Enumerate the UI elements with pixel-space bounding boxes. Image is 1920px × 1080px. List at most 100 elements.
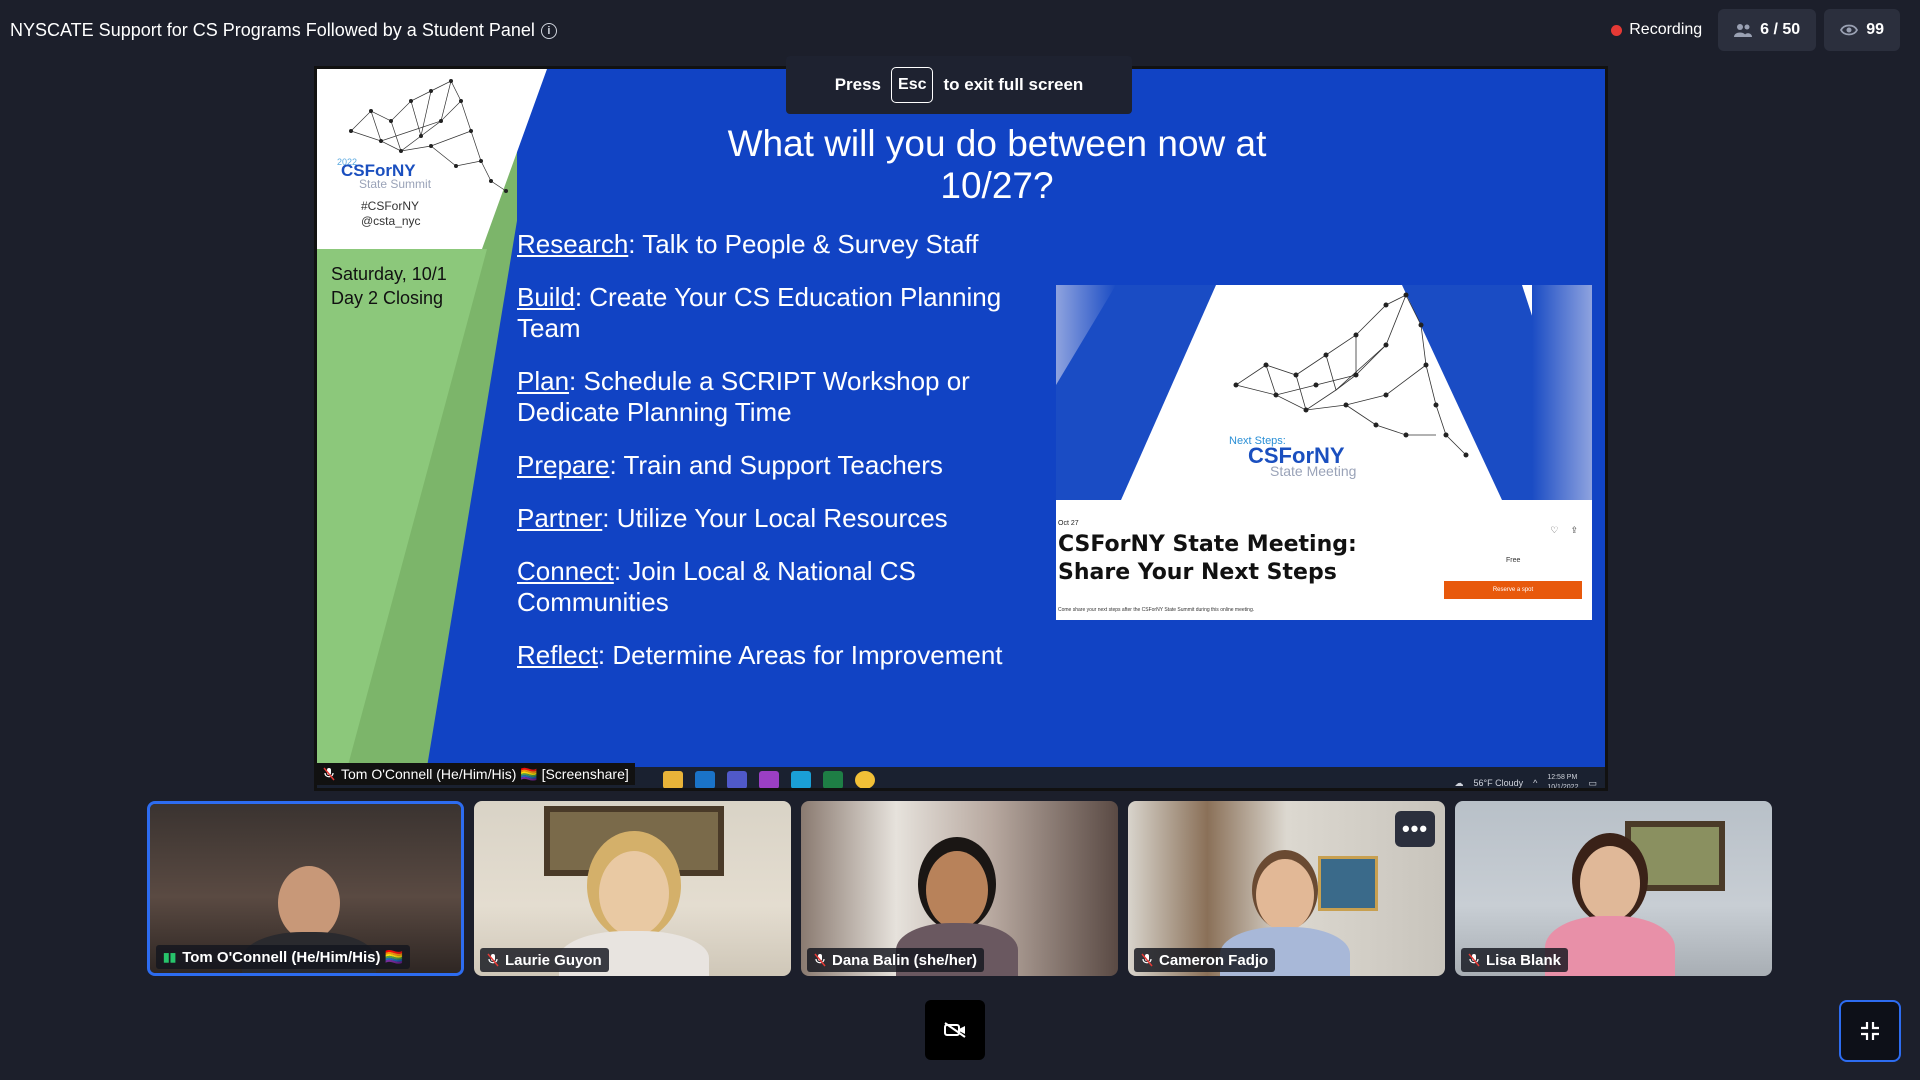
list-item: Reflect: Determine Areas for Improvement: [517, 640, 1037, 671]
promo-heading-line2: Share Your Next Steps: [1058, 560, 1337, 585]
participant-tile[interactable]: Dana Balin (she/her): [801, 801, 1118, 976]
participant-name: Lisa Blank: [1486, 951, 1562, 969]
list-item: Connect: Join Local & National CS Commun…: [517, 556, 1037, 618]
participant-name: Cameron Fadjo: [1159, 951, 1269, 969]
reserve-button[interactable]: Reserve a spot: [1444, 581, 1582, 599]
participant-name-tag: Cameron Fadjo: [1134, 948, 1276, 972]
event-promo-card: Next Steps: CSForNY State Meeting ♡ ⇪ Oc…: [1056, 285, 1592, 620]
eye-icon: [1840, 24, 1859, 36]
item-term: Plan: [517, 366, 570, 396]
item-term: Reflect: [517, 640, 598, 670]
participant-name: Dana Balin (she/her): [832, 951, 978, 969]
recording-dot-icon: [1611, 24, 1623, 36]
item-term: Research: [517, 229, 629, 259]
wall-painting: [1625, 821, 1725, 891]
file-explorer-icon[interactable]: [663, 771, 683, 788]
participants-count-button[interactable]: 6 / 50: [1718, 9, 1817, 51]
top-right-controls: Recording 6 / 50 99: [1603, 9, 1900, 51]
item-text: : Determine Areas for Improvement: [597, 640, 1003, 670]
meeting-title-text: NYSCATE Support for CS Programs Followed…: [10, 20, 535, 40]
list-item: Partner: Utilize Your Local Resources: [517, 503, 1037, 534]
info-icon[interactable]: i: [540, 22, 557, 39]
promo-actions: ♡ ⇪: [1550, 525, 1578, 536]
screen-share: 2022 CSForNY State Summit #CSForNY @csta…: [314, 66, 1608, 791]
hashtag-text: #CSForNY: [361, 199, 420, 213]
item-text: : Schedule a SCRIPT Workshop or Dedicate…: [517, 366, 970, 427]
clock-date: 10/1/2022: [1547, 784, 1579, 791]
screenshare-label: Tom O'Connell (He/Him/His) 🏳️‍🌈 [Screens…: [317, 763, 635, 785]
notification-icon[interactable]: ▭: [1588, 778, 1597, 789]
participant-name-tag: Lisa Blank: [1461, 948, 1569, 972]
participant-tile[interactable]: Lisa Blank: [1455, 801, 1772, 976]
participant-tile[interactable]: Laurie Guyon: [474, 801, 791, 976]
slide-action-list: Research: Talk to People & Survey Staff …: [517, 229, 1037, 693]
wall-art: [1318, 856, 1378, 911]
esc-key: Esc: [891, 67, 934, 103]
logo-subtitle: State Summit: [359, 177, 432, 191]
slide-date: Saturday, 10/1 Day 2 Closing: [331, 262, 447, 310]
system-tray: ☁ 56°F Cloudy ^ 12:58 PM 10/1/2022 ▭: [1454, 773, 1597, 791]
promo-date: Oct 27: [1058, 520, 1079, 527]
meeting-title: NYSCATE Support for CS Programs Followed…: [10, 20, 557, 41]
item-term: Connect: [517, 556, 614, 586]
presentation-slide: 2022 CSForNY State Summit #CSForNY @csta…: [317, 69, 1605, 767]
recording-indicator: Recording: [1603, 10, 1710, 50]
list-item: Plan: Schedule a SCRIPT Workshop or Dedi…: [517, 366, 1037, 428]
weather-icon: ☁: [1454, 777, 1464, 788]
participant-face: [926, 851, 988, 929]
edge-icon[interactable]: [791, 771, 811, 788]
exit-fullscreen-button[interactable]: [1839, 1000, 1901, 1062]
list-item: Research: Talk to People & Survey Staff: [517, 229, 1037, 260]
promo-footer: Come share your next steps after the CSF…: [1058, 607, 1255, 613]
teams-icon[interactable]: [727, 771, 747, 788]
participants-count: 6 / 50: [1760, 21, 1801, 38]
participant-name-tag: ▮▮ Tom O'Connell (He/Him/His) 🏳️‍🌈: [156, 945, 411, 969]
recording-label: Recording: [1629, 21, 1703, 38]
clock-time: 12:58 PM: [1547, 774, 1578, 781]
onenote-icon[interactable]: [759, 771, 779, 788]
mic-muted-icon: [814, 953, 826, 967]
participant-face: [1580, 846, 1640, 921]
fullscreen-exit-banner: Press Esc to exit full screen: [786, 56, 1132, 114]
screenshare-presenter: Tom O'Connell (He/Him/His) 🏳️‍🌈 [Screens…: [341, 765, 629, 782]
people-icon: [1734, 24, 1753, 37]
share-icon[interactable]: ⇪: [1570, 525, 1578, 536]
slide-hashtags: #CSForNY @csta_nyc: [361, 199, 421, 229]
item-term: Partner: [517, 503, 603, 533]
heart-icon[interactable]: ♡: [1550, 525, 1558, 536]
chevron-up-icon[interactable]: ^: [1533, 778, 1537, 788]
promo-heading: CSForNY State Meeting: Share Your Next S…: [1058, 531, 1357, 587]
chrome-icon[interactable]: [855, 771, 875, 788]
promo-logo-sub: State Meeting: [1270, 463, 1357, 479]
item-text: : Utilize Your Local Resources: [602, 503, 948, 533]
mic-muted-icon: [323, 767, 335, 781]
participant-name: Tom O'Connell (He/Him/His) 🏳️‍🌈: [182, 949, 404, 966]
participant-name-tag: Laurie Guyon: [480, 948, 609, 972]
mic-muted-icon: [487, 953, 499, 967]
excel-icon[interactable]: [823, 771, 843, 788]
slide-title: What will you do between now at 10/27?: [727, 123, 1267, 206]
taskbar-apps: [663, 771, 875, 788]
participant-tile[interactable]: ▮▮ Tom O'Connell (He/Him/His) 🏳️‍🌈: [147, 801, 464, 976]
promo-stripe: [1532, 285, 1592, 500]
participant-face: [278, 866, 340, 940]
participant-tiles: ▮▮ Tom O'Connell (He/Him/His) 🏳️‍🌈 Lauri…: [147, 801, 1772, 976]
promo-price: Free: [1506, 557, 1521, 564]
promo-banner: Next Steps: CSForNY State Meeting: [1056, 285, 1592, 500]
item-text: : Talk to People & Survey Staff: [628, 229, 979, 259]
date-line-1: Saturday, 10/1: [331, 264, 447, 284]
list-item: Build: Create Your CS Education Planning…: [517, 282, 1037, 344]
participant-face: [599, 851, 669, 936]
promo-heading-line1: CSForNY State Meeting:: [1058, 532, 1357, 557]
viewers-count-button[interactable]: 99: [1824, 9, 1900, 51]
camera-toggle-button[interactable]: [925, 1000, 985, 1060]
handle-text: @csta_nyc: [361, 214, 421, 228]
participant-name-tag: Dana Balin (she/her): [807, 948, 985, 972]
mic-muted-icon: [1468, 953, 1480, 967]
list-item: Prepare: Train and Support Teachers: [517, 450, 1037, 481]
participant-name: Laurie Guyon: [505, 951, 602, 969]
participant-tile[interactable]: ••• Cameron Fadjo: [1128, 801, 1445, 976]
outlook-icon[interactable]: [695, 771, 715, 788]
share-progress-bar: [347, 789, 577, 791]
more-options-button[interactable]: •••: [1395, 811, 1435, 847]
